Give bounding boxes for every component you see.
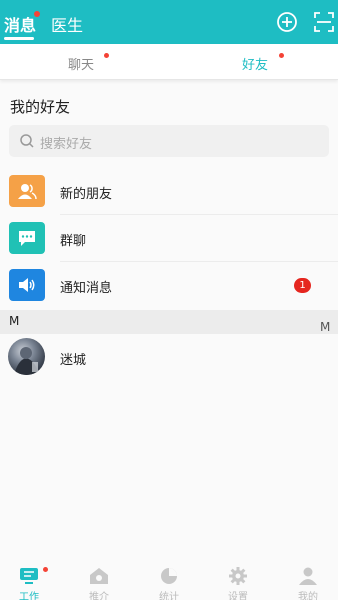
nav-item-stats[interactable]: 统计 bbox=[144, 562, 194, 600]
search-icon bbox=[19, 133, 35, 149]
subtab-friends[interactable]: 好友 bbox=[242, 54, 268, 73]
letter-group-header: M bbox=[0, 310, 338, 334]
nav-item-mine[interactable]: 我的 bbox=[283, 562, 333, 600]
nav-label: 工作 bbox=[19, 592, 39, 600]
pie-chart-icon bbox=[158, 566, 180, 586]
list-item-group-chat[interactable]: 群聊 bbox=[0, 216, 338, 262]
alphabet-index-letter[interactable]: M bbox=[320, 320, 330, 334]
search-placeholder: 搜索好友 bbox=[40, 137, 93, 152]
scan-icon[interactable] bbox=[313, 11, 335, 33]
item-label: 群聊 bbox=[60, 234, 87, 249]
user-icon bbox=[297, 566, 319, 586]
chat-unread-dot bbox=[104, 53, 109, 58]
work-unread-dot bbox=[43, 567, 48, 572]
messages-unread-dot bbox=[34, 11, 40, 17]
item-label: 新的朋友 bbox=[60, 187, 113, 202]
search-input[interactable]: 搜索好友 bbox=[9, 125, 329, 157]
letter-group-label: M bbox=[9, 314, 20, 328]
tab-doctors[interactable]: 医生 bbox=[51, 12, 83, 36]
group-chat-icon bbox=[9, 222, 45, 254]
nav-item-work[interactable]: 工作 bbox=[4, 562, 54, 600]
nav-label: 我的 bbox=[298, 592, 318, 600]
unread-count-badge: 1 bbox=[294, 278, 311, 293]
subtab-chat[interactable]: 聊天 bbox=[68, 54, 94, 73]
new-friend-icon bbox=[9, 175, 45, 207]
bottom-nav: 工作 推介 统计 设置 我的 bbox=[0, 562, 338, 600]
nav-item-settings[interactable]: 设置 bbox=[213, 562, 263, 600]
plus-circle-icon[interactable] bbox=[276, 11, 298, 33]
nav-item-recommend[interactable]: 推介 bbox=[74, 562, 124, 600]
nav-label: 统计 bbox=[159, 592, 179, 600]
item-label: 通知消息 bbox=[60, 281, 113, 296]
page-title: 我的好友 bbox=[10, 98, 71, 116]
divider bbox=[60, 214, 338, 215]
avatar bbox=[8, 338, 45, 375]
nav-label: 设置 bbox=[228, 592, 248, 600]
nav-label: 推介 bbox=[89, 592, 109, 600]
gear-icon bbox=[227, 566, 249, 586]
list-item-notifications[interactable]: 通知消息 1 bbox=[0, 263, 338, 309]
friends-unread-dot bbox=[279, 53, 284, 58]
tab-messages[interactable]: 消息 bbox=[4, 12, 36, 36]
list-item-new-friends[interactable]: 新的朋友 bbox=[0, 169, 338, 215]
sub-tabs: 聊天 好友 bbox=[0, 44, 338, 80]
active-tab-underline bbox=[4, 37, 34, 40]
speaker-icon bbox=[9, 269, 45, 301]
work-icon bbox=[18, 566, 40, 586]
home-icon bbox=[88, 566, 110, 586]
divider bbox=[60, 261, 338, 262]
top-header: 消息 医生 bbox=[0, 0, 338, 44]
friend-name: 迷城 bbox=[60, 353, 87, 368]
